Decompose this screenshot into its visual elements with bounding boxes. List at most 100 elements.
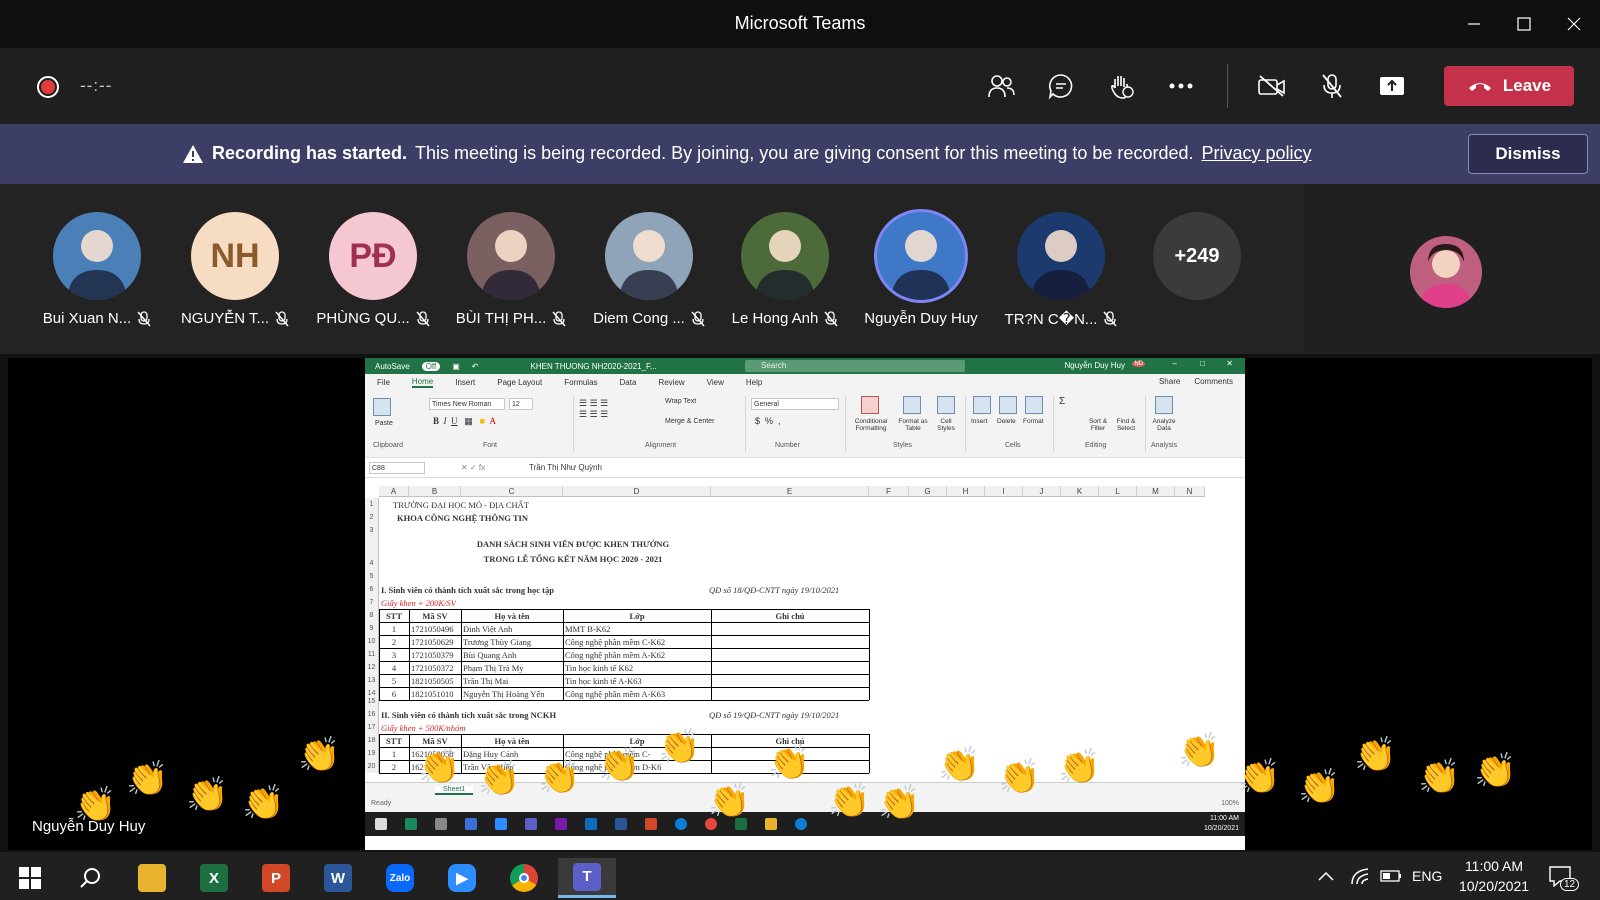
- excel-tab-data[interactable]: Data: [620, 378, 637, 387]
- sort-filter-label[interactable]: Sort & Filter: [1083, 418, 1113, 432]
- column-header[interactable]: I: [985, 486, 1023, 497]
- column-header[interactable]: G: [909, 486, 947, 497]
- number-format-icons[interactable]: $ % ,: [755, 416, 781, 426]
- input-language[interactable]: ENG: [1412, 852, 1442, 900]
- table-cell[interactable]: Công nghệ phần mềm A-K63: [565, 689, 710, 699]
- search-button[interactable]: [66, 858, 114, 898]
- chat-button[interactable]: [1041, 66, 1081, 106]
- row-header[interactable]: 5: [365, 570, 379, 583]
- table-header[interactable]: Mã SV: [409, 736, 461, 746]
- column-header[interactable]: K: [1061, 486, 1099, 497]
- autosum-icon[interactable]: Σ: [1059, 396, 1065, 407]
- cell-styles-icon[interactable]: [937, 396, 955, 414]
- participant-tile[interactable]: TR?N C�N...: [996, 212, 1126, 328]
- reward-note[interactable]: Giấy khen + 200K/SV: [381, 598, 456, 608]
- share-screen-button[interactable]: [1372, 66, 1412, 106]
- row-header[interactable]: 11: [365, 648, 379, 661]
- network-status[interactable]: [1350, 852, 1370, 900]
- faculty-name[interactable]: KHOA CÔNG NGHỆ THÔNG TIN: [397, 513, 528, 523]
- chrome-taskbar-button[interactable]: [500, 858, 548, 898]
- spreadsheet-grid[interactable]: A B C D E F G H I J K L M N 1 2 3 4 5 6 7 8 9 10 11 12 13 14 15 16 17 1…: [365, 486, 1225, 782]
- table-cell[interactable]: Tin học kinh tế K62: [565, 663, 710, 673]
- more-actions-button[interactable]: [1161, 66, 1201, 106]
- file-explorer-button[interactable]: [128, 858, 176, 898]
- decision-note[interactable]: QĐ số 19/QĐ-CNTT ngày 19/10/2021: [709, 710, 839, 720]
- format-cells-icon[interactable]: [1025, 396, 1043, 414]
- name-box[interactable]: C88: [369, 462, 425, 474]
- university-name[interactable]: TRƯỜNG ĐẠI HỌC MỎ - ĐỊA CHẤT: [393, 500, 529, 510]
- table-cell[interactable]: Công nghệ phần mềm A-K62: [565, 650, 710, 660]
- column-header[interactable]: N: [1175, 486, 1205, 497]
- row-header[interactable]: 6: [365, 583, 379, 596]
- table-cell[interactable]: 1: [379, 624, 409, 634]
- table-cell[interactable]: 1821051010: [411, 689, 460, 699]
- excel-minimize-icon[interactable]: –: [1173, 359, 1177, 368]
- start-button[interactable]: [6, 858, 54, 898]
- column-header[interactable]: A: [379, 486, 409, 497]
- row-header[interactable]: 2: [365, 511, 379, 524]
- close-button[interactable]: [1554, 8, 1594, 40]
- zalo-taskbar-button[interactable]: Zalo: [376, 858, 424, 898]
- conditional-formatting-icon[interactable]: [861, 396, 879, 414]
- participant-tile[interactable]: PĐ PHÙNG QU...: [308, 212, 438, 327]
- table-cell[interactable]: Bùi Quang Anh: [463, 650, 562, 660]
- row-header[interactable]: 17: [365, 721, 379, 734]
- table-cell[interactable]: 5: [379, 676, 409, 686]
- comments-button[interactable]: Comments: [1194, 377, 1233, 386]
- participant-tile[interactable]: Nguyễn Duy Huy: [856, 212, 986, 327]
- dismiss-button[interactable]: Dismiss: [1468, 134, 1588, 174]
- formula-input[interactable]: Trần Thị Như Quỳnh: [529, 463, 602, 472]
- row-header[interactable]: 18: [365, 734, 379, 747]
- show-hidden-icons[interactable]: [1318, 852, 1334, 900]
- zoom-level[interactable]: 100%: [1221, 800, 1239, 807]
- table-cell[interactable]: 1721050496: [411, 624, 460, 634]
- row-header[interactable]: 4: [365, 537, 379, 570]
- excel-taskbar-button[interactable]: X: [190, 858, 238, 898]
- excel-tab-view[interactable]: View: [707, 378, 724, 387]
- number-format-select[interactable]: General: [751, 398, 839, 410]
- excel-tab-help[interactable]: Help: [746, 378, 762, 387]
- table-cell[interactable]: 1721050629: [411, 637, 460, 647]
- notification-center-button[interactable]: 12: [1548, 852, 1580, 900]
- wrap-text-button[interactable]: Wrap Text: [665, 398, 696, 405]
- minimize-button[interactable]: [1454, 8, 1494, 40]
- participant-tile[interactable]: BÙI THỊ PH...: [446, 212, 576, 327]
- leave-button[interactable]: Leave: [1444, 66, 1574, 106]
- decision-note[interactable]: QĐ số 18/QĐ-CNTT ngày 19/10/2021: [709, 585, 839, 595]
- table-cell[interactable]: Trần Thị Mai: [463, 676, 562, 686]
- undo-icon[interactable]: ↶: [472, 362, 479, 371]
- table-header[interactable]: Họ và tên: [461, 736, 563, 746]
- row-header[interactable]: 20: [365, 760, 379, 773]
- word-taskbar-button[interactable]: W: [314, 858, 362, 898]
- participants-button[interactable]: [981, 66, 1021, 106]
- column-header[interactable]: C: [461, 486, 563, 497]
- section-heading[interactable]: II. Sinh viên có thành tích xuất sắc tro…: [381, 710, 556, 720]
- excel-tab-home[interactable]: Home: [411, 377, 434, 388]
- participant-tile[interactable]: Diem Cong ...: [584, 212, 714, 327]
- table-cell[interactable]: Nguyễn Thị Hoàng Yến: [463, 689, 562, 699]
- table-cell[interactable]: 6: [379, 689, 409, 699]
- table-header[interactable]: Họ và tên: [461, 611, 563, 621]
- teams-taskbar-button[interactable]: T: [558, 858, 616, 898]
- table-cell[interactable]: 1821050505: [411, 676, 460, 686]
- table-header[interactable]: Mã SV: [409, 611, 461, 621]
- table-header[interactable]: STT: [379, 611, 409, 621]
- table-cell[interactable]: Công nghệ phần mềm C-K62: [565, 637, 710, 647]
- table-cell[interactable]: 1721050379: [411, 650, 460, 660]
- paste-icon[interactable]: [373, 398, 391, 416]
- powerpoint-taskbar-button[interactable]: P: [252, 858, 300, 898]
- participant-tile[interactable]: Le Hong Anh: [720, 212, 850, 327]
- format-table-icon[interactable]: [903, 396, 921, 414]
- excel-tab-insert[interactable]: Insert: [455, 378, 475, 387]
- row-header[interactable]: 3: [365, 524, 379, 537]
- row-header[interactable]: 9: [365, 622, 379, 635]
- table-cell[interactable]: 3: [379, 650, 409, 660]
- zoom-taskbar-button[interactable]: ▶: [438, 858, 486, 898]
- section-heading[interactable]: I. Sinh viên có thành tích xuất sắc tron…: [381, 585, 554, 595]
- table-cell[interactable]: 2: [379, 762, 409, 772]
- excel-tab-file[interactable]: File: [377, 378, 390, 387]
- row-header[interactable]: 15: [365, 698, 379, 708]
- column-header[interactable]: E: [711, 486, 869, 497]
- find-select-label[interactable]: Find & Select: [1111, 418, 1141, 432]
- participant-tile[interactable]: Bui Xuan N...: [32, 212, 162, 327]
